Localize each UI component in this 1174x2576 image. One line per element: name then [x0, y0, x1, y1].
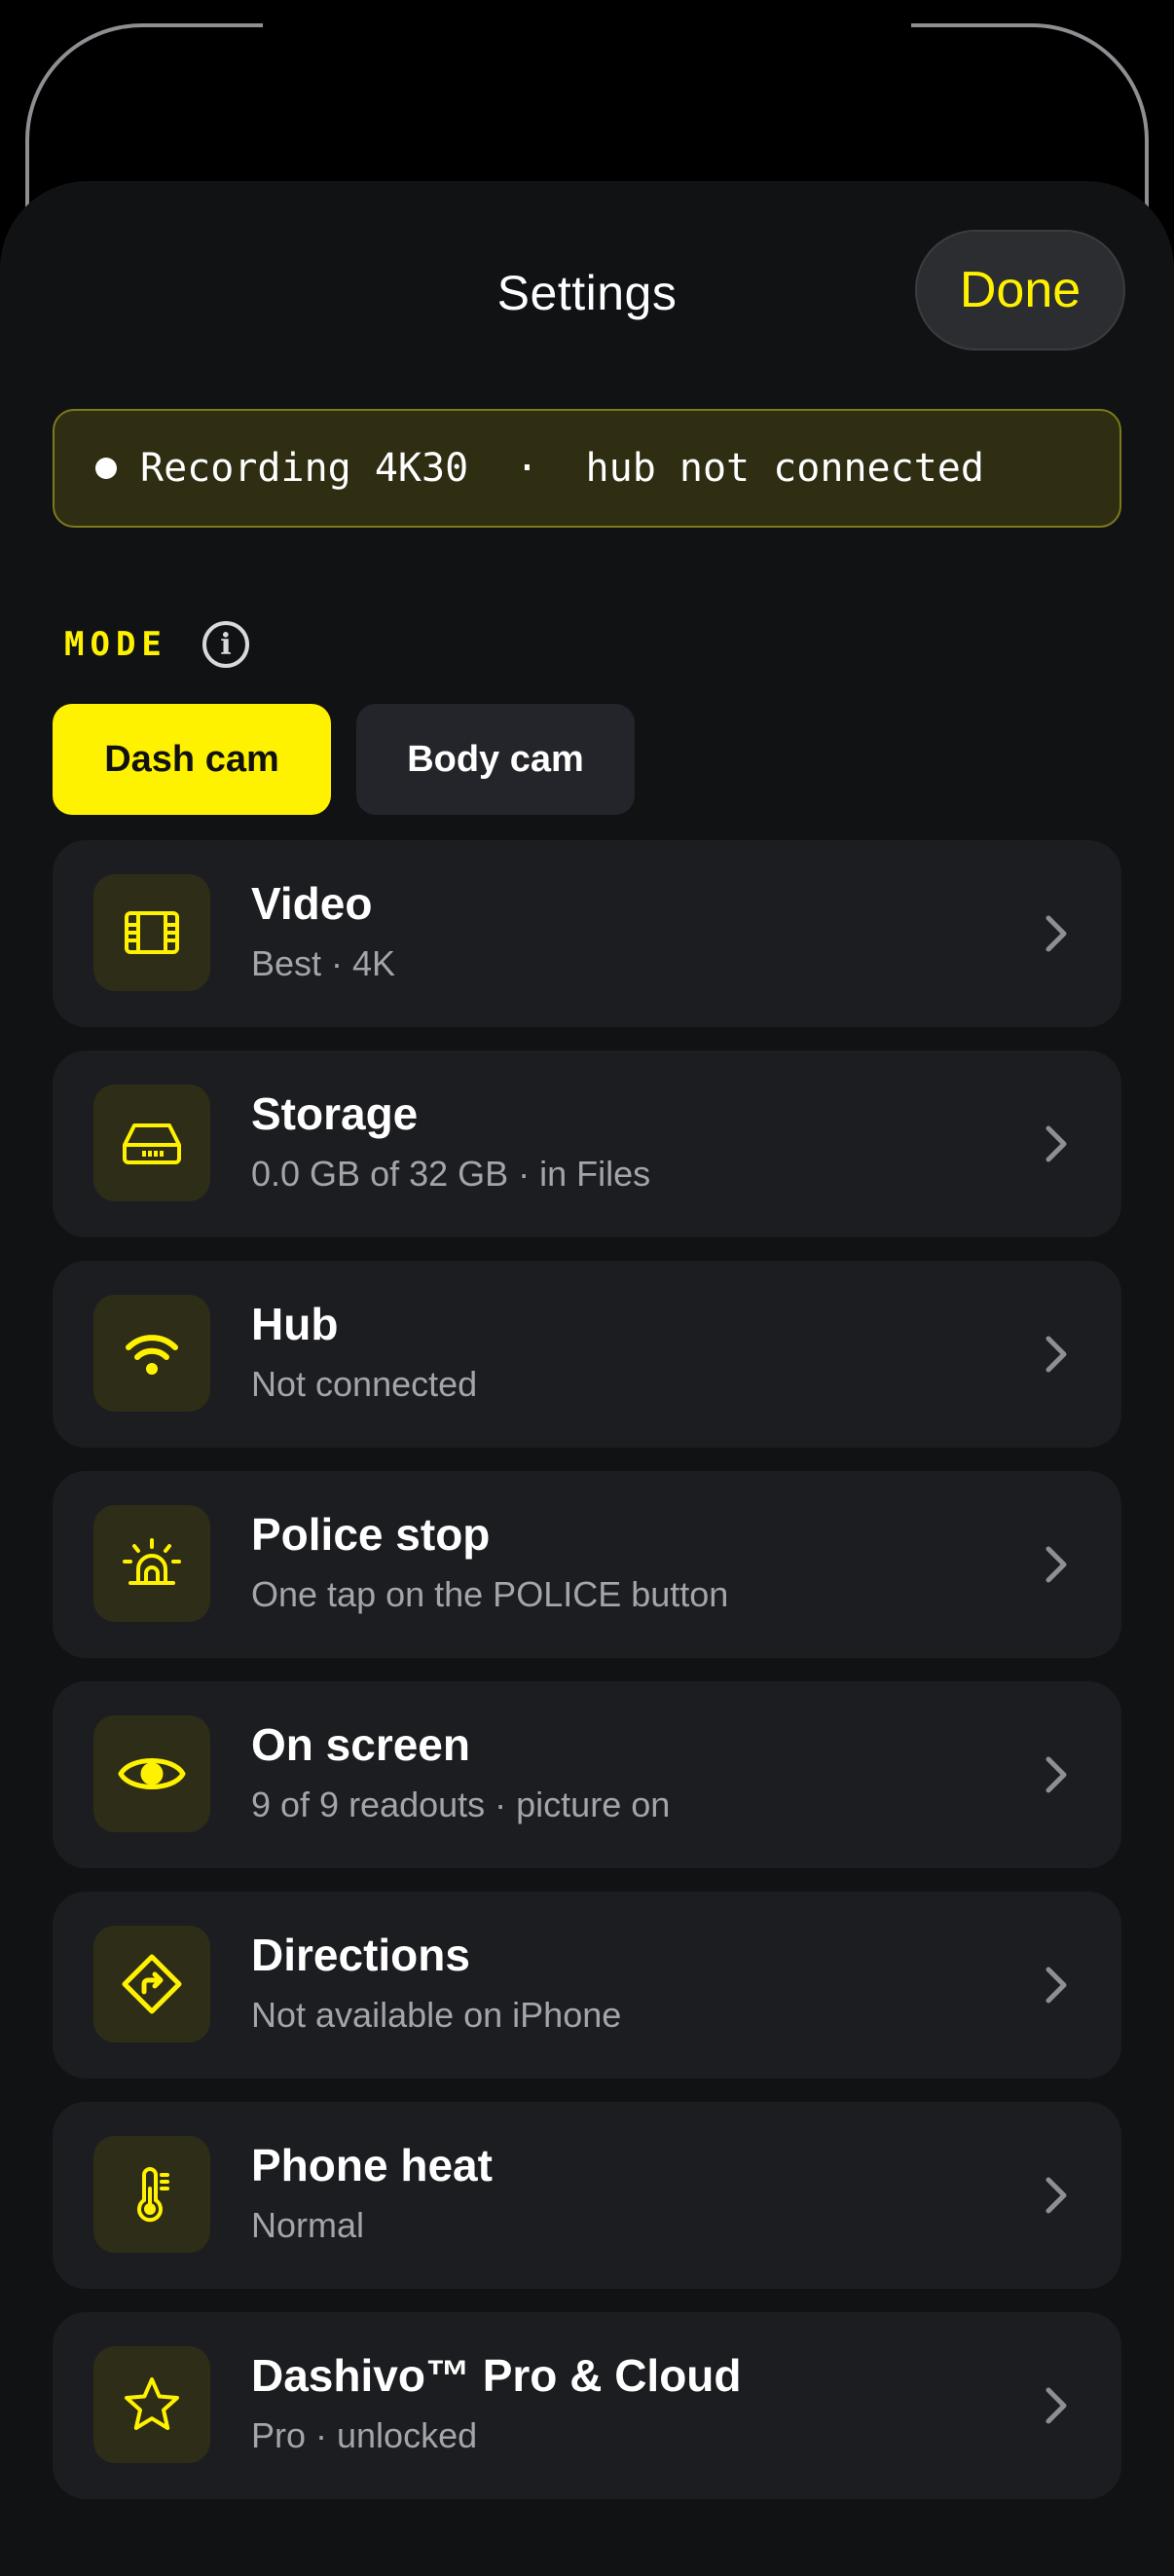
status-text: Recording 4K30 · hub not connected — [140, 446, 984, 491]
info-icon[interactable]: i — [202, 621, 249, 668]
row-subtitle: Not available on iPhone — [251, 1995, 622, 2035]
row-subtitle: Normal — [251, 2205, 365, 2245]
eye-icon — [93, 1715, 210, 1832]
row-subtitle: Pro · unlocked — [251, 2415, 478, 2455]
settings-row-pro-cloud[interactable]: Dashivo™ Pro & Cloud Pro · unlocked — [53, 2312, 1121, 2499]
sheet-header: Settings Done — [0, 181, 1174, 405]
wifi-icon — [93, 1295, 210, 1412]
film-icon — [93, 874, 210, 991]
star-icon — [93, 2346, 210, 2463]
recording-status-banner: Recording 4K30 · hub not connected — [53, 409, 1121, 528]
tab-dash-cam[interactable]: Dash cam — [53, 704, 331, 815]
settings-row-on-screen[interactable]: On screen 9 of 9 readouts · picture on — [53, 1681, 1121, 1868]
chevron-right-icon — [1026, 904, 1084, 963]
row-title: Police stop — [251, 1509, 491, 1560]
chevron-right-icon — [1026, 2166, 1084, 2225]
settings-row-storage[interactable]: Storage 0.0 GB of 32 GB · in Files — [53, 1050, 1121, 1237]
chevron-right-icon — [1026, 1956, 1084, 2014]
done-button[interactable]: Done — [915, 230, 1125, 350]
chevron-right-icon — [1026, 1325, 1084, 1383]
row-title: On screen — [251, 1719, 470, 1770]
tab-body-cam[interactable]: Body cam — [356, 704, 635, 815]
row-title: Hub — [251, 1299, 339, 1349]
directions-icon — [93, 1926, 210, 2042]
row-subtitle: One tap on the POLICE button — [251, 1574, 729, 1614]
settings-list: Video Best · 4K Storage 0.0 GB of 32 GB … — [53, 840, 1121, 2522]
chevron-right-icon — [1026, 2376, 1084, 2435]
row-subtitle: 0.0 GB of 32 GB · in Files — [251, 1154, 651, 1194]
settings-row-directions[interactable]: Directions Not available on iPhone — [53, 1892, 1121, 2079]
settings-row-hub[interactable]: Hub Not connected — [53, 1261, 1121, 1448]
settings-sheet: Settings Done Recording 4K30 · hub not c… — [0, 181, 1174, 2576]
chevron-right-icon — [1026, 1746, 1084, 1804]
siren-icon — [93, 1505, 210, 1622]
mode-segmented-control: Dash cam Body cam — [53, 704, 660, 815]
row-title: Directions — [251, 1930, 470, 1980]
chevron-right-icon — [1026, 1535, 1084, 1594]
thermometer-icon — [93, 2136, 210, 2253]
row-title: Phone heat — [251, 2140, 493, 2190]
drive-icon — [93, 1085, 210, 1201]
row-subtitle: 9 of 9 readouts · picture on — [251, 1785, 671, 1824]
chevron-right-icon — [1026, 1115, 1084, 1173]
row-title: Video — [251, 878, 373, 929]
row-subtitle: Best · 4K — [251, 943, 396, 983]
mode-header: MODE i — [64, 621, 249, 668]
row-title: Storage — [251, 1088, 419, 1139]
settings-row-video[interactable]: Video Best · 4K — [53, 840, 1121, 1027]
settings-row-phone-heat[interactable]: Phone heat Normal — [53, 2102, 1121, 2289]
row-subtitle: Not connected — [251, 1364, 478, 1404]
status-dot-icon — [95, 458, 117, 479]
mode-label: MODE — [64, 625, 167, 664]
settings-row-police-stop[interactable]: Police stop One tap on the POLICE button — [53, 1471, 1121, 1658]
row-title: Dashivo™ Pro & Cloud — [251, 2350, 742, 2401]
